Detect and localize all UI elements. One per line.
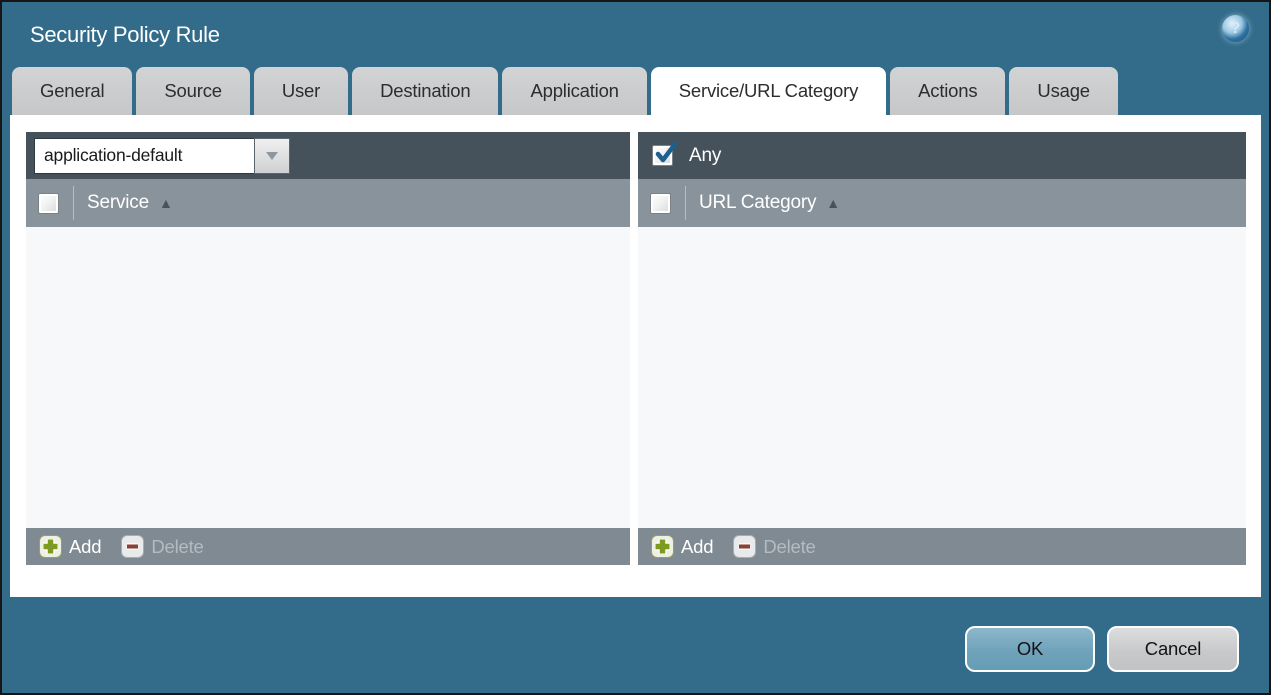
- add-icon: [39, 535, 62, 558]
- tab-user[interactable]: User: [253, 67, 349, 115]
- select-all-url-categories-checkbox[interactable]: [650, 192, 671, 214]
- security-policy-rule-dialog: Security Policy Rule ? General Source Us…: [0, 0, 1271, 695]
- tab-service-url-category[interactable]: Service/URL Category: [650, 67, 887, 115]
- service-panel-footer: Add Delete: [26, 528, 630, 565]
- url-column-header-row: URL Category ▲: [638, 179, 1246, 227]
- any-checkbox[interactable]: [652, 141, 678, 166]
- tab-actions[interactable]: Actions: [890, 67, 1006, 115]
- url-panel-header: Any: [638, 132, 1246, 179]
- select-all-services-checkbox[interactable]: [38, 192, 59, 214]
- ok-button[interactable]: OK: [965, 626, 1095, 672]
- tab-destination[interactable]: Destination: [352, 67, 499, 115]
- any-label: Any: [689, 144, 722, 166]
- down-triangle-glyph: [266, 151, 278, 160]
- tab-bar: General Source User Destination Applicat…: [12, 67, 1118, 115]
- delete-label: Delete: [151, 535, 204, 557]
- tab-application[interactable]: Application: [502, 67, 647, 115]
- url-category-panel: Any URL Category ▲ Add Delete: [638, 132, 1246, 565]
- tab-content: Service ▲ Add: [10, 115, 1261, 597]
- url-category-list[interactable]: [638, 227, 1246, 528]
- delete-url-category-button[interactable]: Delete: [733, 535, 816, 558]
- tab-usage[interactable]: Usage: [1009, 67, 1118, 115]
- sort-ascending-icon[interactable]: ▲: [159, 195, 173, 211]
- add-url-category-button[interactable]: Add: [651, 535, 714, 558]
- service-list[interactable]: [26, 227, 630, 528]
- cancel-button[interactable]: Cancel: [1107, 626, 1239, 672]
- url-category-column-label[interactable]: URL Category: [699, 192, 816, 214]
- tab-general[interactable]: General: [12, 67, 133, 115]
- service-panel: Service ▲ Add: [26, 132, 630, 565]
- service-type-input[interactable]: [34, 137, 254, 174]
- tab-source[interactable]: Source: [136, 67, 250, 115]
- url-panel-footer: Add Delete: [638, 528, 1246, 565]
- add-icon: [651, 535, 674, 558]
- add-service-button[interactable]: Add: [39, 535, 102, 558]
- service-panel-header: [26, 132, 630, 179]
- delete-icon: [121, 535, 145, 558]
- help-glyph: ?: [1230, 19, 1241, 37]
- service-column-label[interactable]: Service: [87, 192, 149, 214]
- column-divider: [685, 186, 686, 220]
- help-icon[interactable]: ?: [1222, 15, 1249, 42]
- add-label: Add: [69, 535, 102, 557]
- sort-ascending-icon[interactable]: ▲: [826, 195, 840, 211]
- delete-service-button[interactable]: Delete: [121, 535, 204, 558]
- delete-label: Delete: [763, 535, 816, 557]
- delete-icon: [733, 535, 757, 558]
- checkmark-icon: [655, 141, 678, 163]
- service-type-combobox: [34, 137, 290, 174]
- dropdown-arrow-icon[interactable]: [254, 137, 290, 174]
- service-column-header-row: Service ▲: [26, 179, 630, 227]
- page-title: Security Policy Rule: [30, 21, 220, 47]
- titlebar: Security Policy Rule ?: [2, 2, 1269, 67]
- column-divider: [73, 186, 74, 220]
- add-label: Add: [681, 535, 714, 557]
